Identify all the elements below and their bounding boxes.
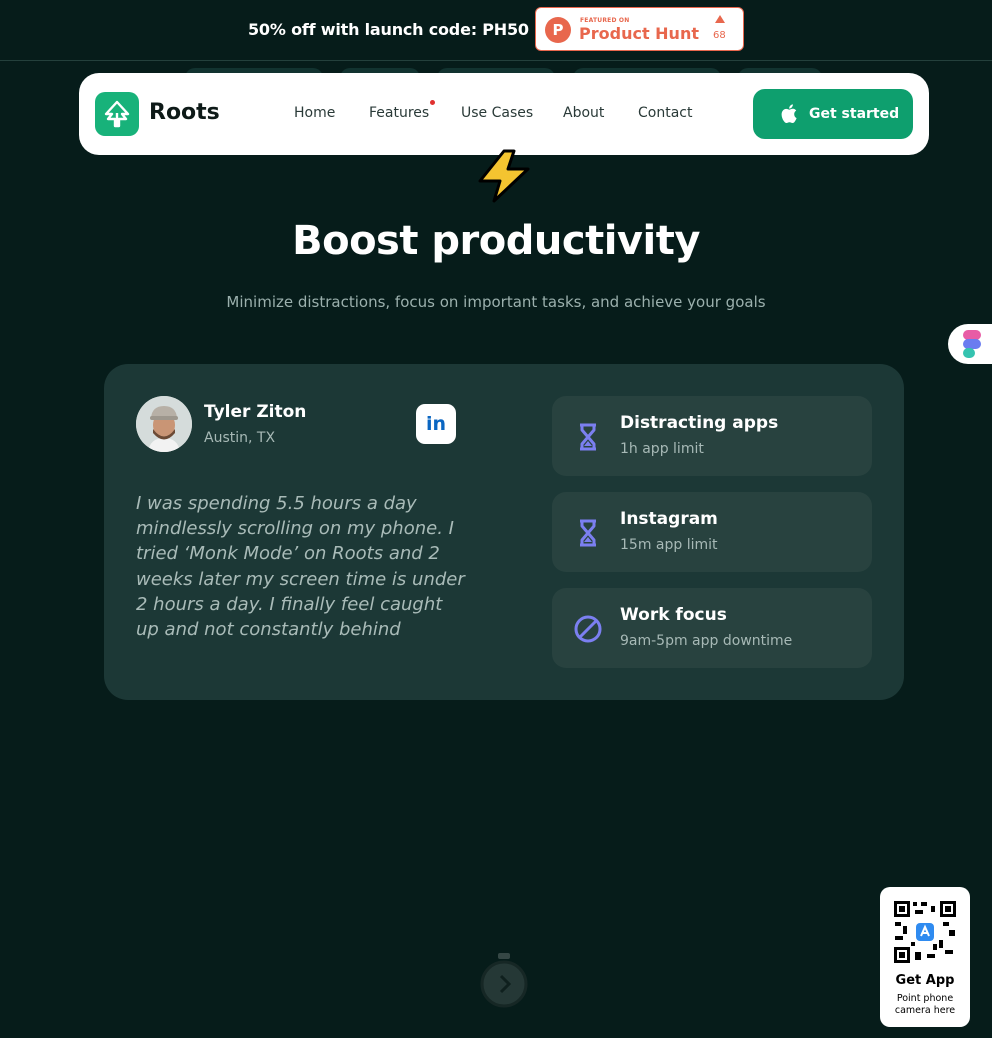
linkedin-icon[interactable]: in xyxy=(416,404,456,444)
feature-subtitle: 9am-5pm app downtime xyxy=(620,633,793,649)
get-started-label: Get started xyxy=(809,106,900,122)
side-app-widget[interactable] xyxy=(948,324,992,364)
navbar: Roots Home Features Use Cases About Cont… xyxy=(79,73,929,155)
hourglass-icon xyxy=(580,519,596,547)
notification-dot xyxy=(430,100,435,105)
lightning-bolt-icon xyxy=(478,149,530,203)
upvote-arrow-icon xyxy=(715,15,725,23)
nav-link-home[interactable]: Home xyxy=(294,105,335,121)
feature-title: Distracting apps xyxy=(620,413,779,433)
promo-bar: 50% off with launch code: PH50 P FEATURE… xyxy=(0,0,992,61)
product-hunt-logo-icon: P xyxy=(545,17,571,43)
product-hunt-name: Product Hunt xyxy=(579,24,699,43)
get-app-qr-card[interactable]: Get App Point phone camera here xyxy=(880,887,970,1027)
testimonial-quote: I was spending 5.5 hours a day mindlessl… xyxy=(136,493,465,641)
feature-subtitle: 15m app limit xyxy=(620,537,718,553)
hero-title: Boost productivity xyxy=(292,218,700,264)
nav-link-features[interactable]: Features xyxy=(369,105,429,121)
upvote-count: 68 xyxy=(713,30,726,41)
hourglass-icon xyxy=(580,423,596,451)
apple-icon xyxy=(781,104,797,123)
feature-card-distracting-apps: Distracting apps 1h app limit xyxy=(552,396,872,476)
avatar xyxy=(136,396,192,452)
nav-link-about[interactable]: About xyxy=(563,105,604,121)
feature-card-work-focus: Work focus 9am-5pm app downtime xyxy=(552,588,872,668)
nav-link-contact[interactable]: Contact xyxy=(638,105,692,121)
testimonial-location: Austin, TX xyxy=(204,430,276,446)
hero-subtitle: Minimize distractions, focus on importan… xyxy=(226,293,766,311)
roots-logo-icon[interactable] xyxy=(95,92,139,136)
feature-title: Instagram xyxy=(620,509,718,529)
promo-text: 50% off with launch code: PH50 xyxy=(248,20,529,39)
qr-title: Get App xyxy=(895,973,955,988)
qr-code-icon xyxy=(893,900,957,964)
testimonial-card: Tyler Ziton Austin, TX in I was spending… xyxy=(104,364,904,700)
feature-subtitle: 1h app limit xyxy=(620,441,704,457)
feature-title: Work focus xyxy=(620,605,727,625)
testimonial-name: Tyler Ziton xyxy=(204,402,307,422)
app-widget-icon xyxy=(963,330,981,358)
product-hunt-small-label: FEATURED ON xyxy=(580,17,630,24)
get-started-button[interactable]: Get started xyxy=(753,89,913,139)
stopwatch-icon xyxy=(480,953,528,1008)
brand-name[interactable]: Roots xyxy=(149,100,220,125)
block-icon xyxy=(574,615,602,643)
qr-subtitle: Point phone camera here xyxy=(894,993,956,1016)
nav-link-use-cases[interactable]: Use Cases xyxy=(461,105,533,121)
feature-card-instagram: Instagram 15m app limit xyxy=(552,492,872,572)
product-hunt-badge[interactable]: P FEATURED ON Product Hunt 68 xyxy=(535,7,744,51)
